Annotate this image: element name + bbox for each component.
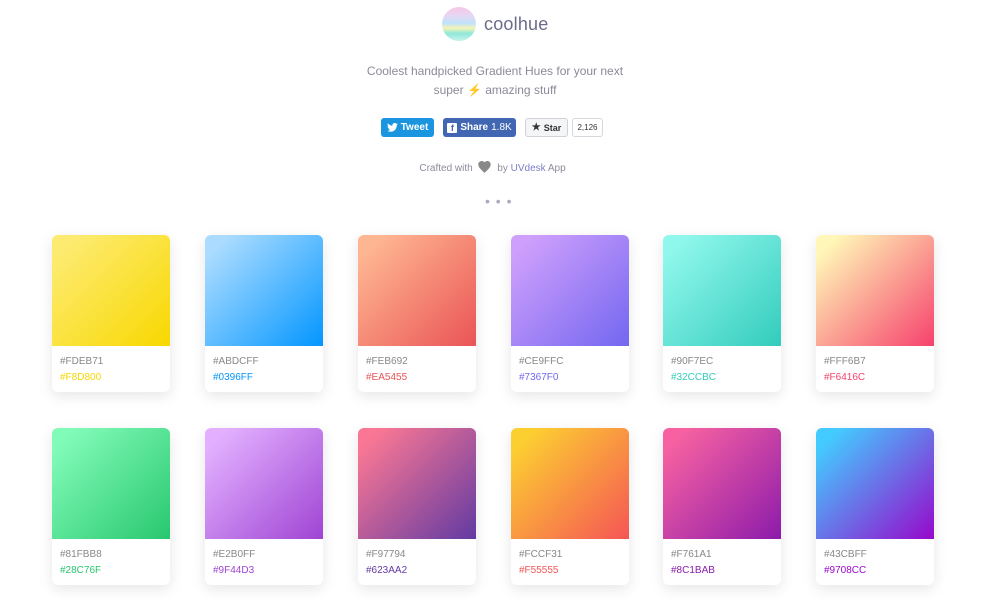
- gradient-from-code[interactable]: #FEB692: [366, 354, 468, 370]
- star-count[interactable]: 2,126: [572, 118, 603, 137]
- gradient-codes: #F97794 #623AA2: [358, 539, 476, 579]
- brand[interactable]: coolhue: [442, 7, 548, 41]
- gradient-to-code[interactable]: #EA5455: [366, 370, 468, 386]
- gradient-to-code[interactable]: #9F44D3: [213, 563, 315, 579]
- gradient-card[interactable]: #FFF6B7 #F6416C: [816, 235, 934, 392]
- gradient-swatch[interactable]: [663, 428, 781, 539]
- gradient-card[interactable]: #90F7EC #32CCBC: [663, 235, 781, 392]
- gradient-codes: #F761A1 #8C1BAB: [663, 539, 781, 579]
- gradient-swatch[interactable]: [816, 428, 934, 539]
- social-buttons: Tweet f Share 1.8K ★ Star 2,126: [0, 118, 1000, 138]
- gradient-codes: #43CBFF #9708CC: [816, 539, 934, 579]
- gradient-from-code[interactable]: #CE9FFC: [519, 354, 621, 370]
- gradient-to-code[interactable]: #F55555: [519, 563, 621, 579]
- gradient-codes: #E2B0FF #9F44D3: [205, 539, 323, 579]
- gradient-card[interactable]: #CE9FFC #7367F0: [511, 235, 629, 392]
- gradient-codes: #FCCF31 #F55555: [511, 539, 629, 579]
- gradient-from-code[interactable]: #F761A1: [671, 547, 773, 563]
- gradient-card[interactable]: #FEB692 #EA5455: [358, 235, 476, 392]
- gradient-swatch[interactable]: [205, 428, 323, 539]
- gradient-card[interactable]: #FCCF31 #F55555: [511, 428, 629, 585]
- gradient-codes: #FEB692 #EA5455: [358, 346, 476, 386]
- tagline: Coolest handpicked Gradient Hues for you…: [0, 62, 990, 100]
- star-label: Star: [543, 122, 562, 133]
- twitter-bird-icon: [386, 123, 398, 132]
- gradient-from-code[interactable]: #F97794: [366, 547, 468, 563]
- gradient-to-code[interactable]: #9708CC: [824, 563, 926, 579]
- gradient-from-code[interactable]: #FDEB71: [60, 354, 162, 370]
- gradient-from-code[interactable]: #81FBB8: [60, 547, 162, 563]
- gradient-from-code[interactable]: #43CBFF: [824, 547, 926, 563]
- more-dots: • • •: [485, 193, 513, 209]
- gradient-to-code[interactable]: #F6416C: [824, 370, 926, 386]
- gradient-swatch[interactable]: [205, 235, 323, 346]
- tagline-super: super: [433, 83, 464, 97]
- gradient-from-code[interactable]: #E2B0FF: [213, 547, 315, 563]
- gradient-card[interactable]: #E2B0FF #9F44D3: [205, 428, 323, 585]
- facebook-icon: f: [447, 122, 458, 133]
- gradient-card[interactable]: #ABDCFF #0396FF: [205, 235, 323, 392]
- gradient-to-code[interactable]: #8C1BAB: [671, 563, 773, 579]
- lightning-icon: ⚡: [466, 83, 482, 97]
- github-star-button[interactable]: ★ Star: [525, 118, 568, 137]
- gradient-swatch[interactable]: [511, 235, 629, 346]
- gradient-from-code[interactable]: #FCCF31: [519, 547, 621, 563]
- gradient-card[interactable]: #F761A1 #8C1BAB: [663, 428, 781, 585]
- gradient-swatch[interactable]: [52, 235, 170, 346]
- gradient-from-code[interactable]: #ABDCFF: [213, 354, 315, 370]
- gradient-to-code[interactable]: #623AA2: [366, 563, 468, 579]
- gradient-swatch[interactable]: [663, 235, 781, 346]
- share-count: 1.8K: [491, 122, 512, 133]
- gradient-codes: #90F7EC #32CCBC: [663, 346, 781, 386]
- gradient-from-code[interactable]: #FFF6B7: [824, 354, 926, 370]
- gradient-to-code[interactable]: #0396FF: [213, 370, 315, 386]
- crafted-with: Crafted with by UVdesk App: [0, 161, 985, 174]
- crafted-post: App: [547, 163, 566, 174]
- gradient-card[interactable]: #F97794 #623AA2: [358, 428, 476, 585]
- gradient-from-code[interactable]: #90F7EC: [671, 354, 773, 370]
- uvdesk-link[interactable]: UVdesk: [511, 163, 546, 174]
- gradient-card[interactable]: #43CBFF #9708CC: [816, 428, 934, 585]
- gradient-card[interactable]: #81FBB8 #28C76F: [52, 428, 170, 585]
- heart-icon: [478, 161, 492, 174]
- gradient-to-code[interactable]: #32CCBC: [671, 370, 773, 386]
- gradient-to-code[interactable]: #F8D800: [60, 370, 162, 386]
- gradient-swatch[interactable]: [52, 428, 170, 539]
- gradient-swatch[interactable]: [816, 235, 934, 346]
- tweet-label: Tweet: [400, 122, 429, 133]
- gradient-codes: #FFF6B7 #F6416C: [816, 346, 934, 386]
- gradient-swatch[interactable]: [358, 428, 476, 539]
- gradient-card[interactable]: #FDEB71 #F8D800: [52, 235, 170, 392]
- tagline-line-2: super ⚡ amazing stuff: [0, 81, 990, 100]
- brand-name[interactable]: coolhue: [484, 14, 548, 35]
- gradient-swatch[interactable]: [511, 428, 629, 539]
- crafted-pre: Crafted with: [419, 163, 473, 174]
- gradient-codes: #81FBB8 #28C76F: [52, 539, 170, 579]
- tagline-line-1: Coolest handpicked Gradient Hues for you…: [366, 64, 624, 78]
- gradient-to-code[interactable]: #7367F0: [519, 370, 621, 386]
- tagline-amazing: amazing stuff: [485, 83, 557, 97]
- coolhue-logo-icon[interactable]: [442, 7, 476, 41]
- facebook-share-button[interactable]: f Share 1.8K: [443, 118, 516, 137]
- gradient-codes: #FDEB71 #F8D800: [52, 346, 170, 386]
- gradient-codes: #CE9FFC #7367F0: [511, 346, 629, 386]
- gradient-codes: #ABDCFF #0396FF: [205, 346, 323, 386]
- crafted-by: by: [497, 163, 508, 174]
- gradient-swatch[interactable]: [358, 235, 476, 346]
- gradient-to-code[interactable]: #28C76F: [60, 563, 162, 579]
- share-label: Share: [460, 122, 489, 133]
- star-icon: ★: [531, 122, 541, 133]
- tweet-button[interactable]: Tweet: [381, 118, 434, 137]
